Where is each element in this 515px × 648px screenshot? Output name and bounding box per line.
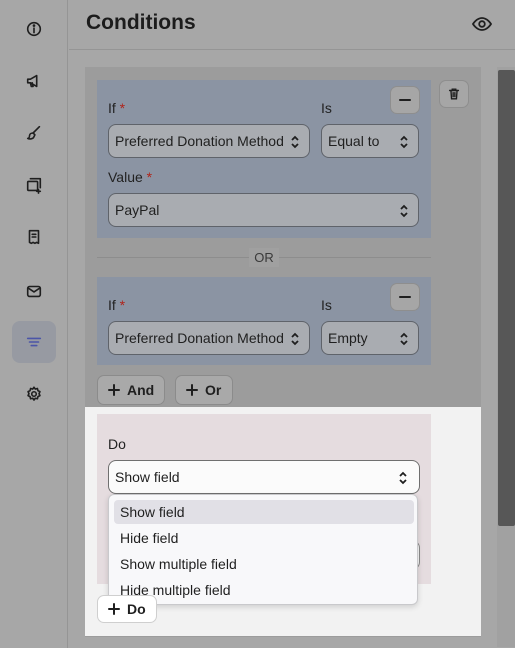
remove-condition-button[interactable] [390, 86, 420, 114]
preview-button[interactable] [471, 13, 493, 35]
delete-rule-button[interactable] [439, 80, 469, 108]
chevron-updown-icon [398, 203, 410, 219]
value-label: Value * [108, 169, 153, 185]
panel-header: Conditions [69, 0, 515, 50]
trash-icon [448, 88, 460, 100]
menu-item-hide-multiple-field[interactable]: Hide multiple field [114, 578, 414, 602]
do-label: Do [108, 436, 126, 452]
chevron-updown-icon [398, 134, 410, 150]
chevron-updown-icon [397, 470, 409, 486]
info-icon [26, 21, 42, 37]
if-label: If * [108, 297, 126, 313]
receipt-button[interactable] [12, 216, 56, 258]
design-button[interactable] [12, 112, 56, 154]
field-select-value: Preferred Donation Method [115, 330, 284, 346]
add-and-button[interactable]: And [97, 375, 165, 405]
info-button[interactable] [12, 8, 56, 50]
chevron-updown-icon [289, 134, 301, 150]
eye-icon [471, 17, 493, 31]
settings-button[interactable] [12, 373, 56, 415]
minus-icon [399, 99, 411, 101]
email-button[interactable] [12, 270, 56, 312]
plus-icon [108, 384, 120, 396]
field-select-value: Preferred Donation Method [115, 133, 284, 149]
value-select-value: PayPal [115, 202, 160, 218]
if-label: If * [108, 100, 126, 116]
marketing-button[interactable] [12, 60, 56, 102]
operator-select[interactable]: Equal to [321, 124, 419, 158]
receipt-icon [28, 229, 40, 245]
conditions-button[interactable] [12, 321, 56, 363]
scrollbar-thumb[interactable] [498, 70, 515, 526]
is-label: Is [321, 100, 332, 116]
plus-icon [108, 603, 120, 615]
gallery-add-icon [26, 177, 42, 194]
action-select[interactable]: Show field [108, 460, 420, 494]
paintbrush-icon [26, 125, 41, 140]
menu-item-show-multiple-field[interactable]: Show multiple field [114, 552, 414, 576]
gear-icon [27, 386, 41, 401]
add-or-label: Or [205, 382, 222, 398]
add-do-button[interactable]: Do [97, 595, 157, 623]
add-or-button[interactable]: Or [175, 375, 233, 405]
mail-icon [26, 285, 42, 298]
minus-icon [399, 296, 411, 298]
value-select[interactable]: PayPal [108, 193, 419, 227]
menu-item-hide-field[interactable]: Hide field [114, 526, 414, 550]
or-separator: OR [249, 248, 279, 267]
megaphone-icon [26, 74, 38, 88]
add-and-label: And [127, 382, 155, 398]
field-select[interactable]: Preferred Donation Method [108, 124, 310, 158]
operator-select[interactable]: Empty [321, 321, 419, 355]
filter-lines-icon [26, 337, 42, 347]
media-button[interactable] [12, 164, 56, 206]
chevron-updown-icon [289, 331, 301, 347]
is-label: Is [321, 297, 332, 313]
remove-condition-button[interactable] [390, 283, 420, 311]
field-select[interactable]: Preferred Donation Method [108, 321, 310, 355]
plus-icon [186, 384, 198, 396]
chevron-updown-icon [398, 331, 410, 347]
operator-select-value: Equal to [328, 133, 380, 149]
operator-select-value: Empty [328, 330, 368, 346]
action-select-value: Show field [115, 469, 180, 485]
action-dropdown-menu: Show field Hide field Show multiple fiel… [108, 494, 418, 605]
page-title: Conditions [86, 11, 196, 34]
menu-item-show-field[interactable]: Show field [114, 500, 414, 524]
add-do-label: Do [127, 601, 146, 617]
side-rail [0, 0, 68, 648]
